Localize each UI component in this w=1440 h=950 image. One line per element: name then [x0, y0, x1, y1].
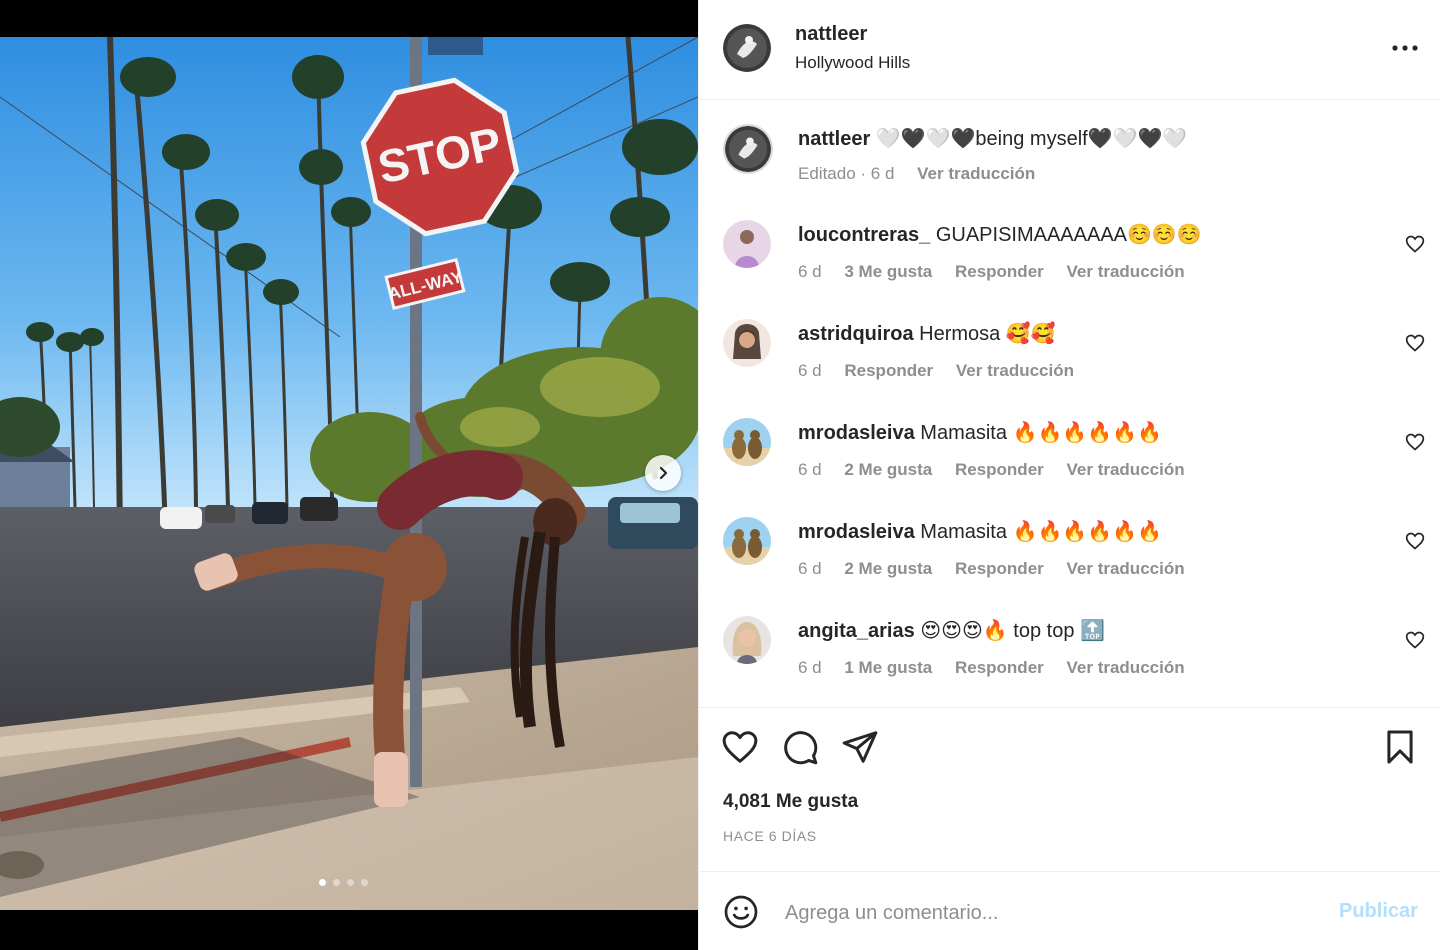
- comment-text: 😍😍😍🔥 top top 🔝: [920, 620, 1105, 642]
- caption-edited: Editado: [798, 164, 856, 183]
- comment-item: angita_arias 😍😍😍🔥 top top 🔝 6 d 1 Me gus…: [699, 616, 1440, 696]
- carousel-indicator: [319, 879, 368, 886]
- comment-icon[interactable]: [781, 728, 819, 766]
- comment-text: GUAPISIMAAAAAAA☺️☺️☺️: [935, 224, 1202, 246]
- comment-text-line: astridquiroa Hermosa 🥰🥰: [798, 321, 1056, 347]
- caption-item: nattleer 🤍🖤🤍🖤being myself🖤🤍🖤🤍 Editado · …: [699, 100, 1440, 196]
- comment-text: Mamasita 🔥🔥🔥🔥🔥🔥: [920, 422, 1162, 444]
- comment-like-icon[interactable]: [1405, 234, 1425, 254]
- comment-like-icon[interactable]: [1405, 531, 1425, 551]
- comment-like-icon[interactable]: [1405, 333, 1425, 353]
- reply-link[interactable]: Responder: [955, 559, 1044, 578]
- comment-username[interactable]: angita_arias: [798, 620, 915, 642]
- post-timestamp[interactable]: HACE 6 DÍAS: [723, 828, 817, 844]
- comment-username[interactable]: mrodasleiva: [798, 422, 915, 444]
- reply-link[interactable]: Responder: [955, 460, 1044, 479]
- translate-link[interactable]: Ver traducción: [1067, 460, 1185, 479]
- comment-time[interactable]: 6 d: [798, 262, 822, 281]
- comment-time[interactable]: 6 d: [798, 361, 822, 380]
- post-media-panel: STOP ALL-WAY: [0, 0, 698, 950]
- comment-text-line: mrodasleiva Mamasita 🔥🔥🔥🔥🔥🔥: [798, 519, 1162, 545]
- caption-text: 🤍🖤🤍🖤being myself🖤🤍🖤🤍: [875, 128, 1188, 150]
- post-location[interactable]: Hollywood Hills: [795, 53, 910, 73]
- comment-item: astridquiroa Hermosa 🥰🥰 6 d Responder Ve…: [699, 319, 1440, 399]
- reply-link[interactable]: Responder: [844, 361, 933, 380]
- caption-author-avatar[interactable]: [723, 124, 773, 174]
- publish-button[interactable]: Publicar: [1339, 900, 1418, 923]
- heart-icon[interactable]: [721, 728, 759, 766]
- reply-link[interactable]: Responder: [955, 658, 1044, 677]
- carousel-dot: [347, 879, 354, 886]
- comment-text: Hermosa 🥰🥰: [919, 323, 1056, 345]
- more-horizontal-icon: [1392, 45, 1418, 51]
- likes-count[interactable]: 4,081 Me gusta: [723, 791, 858, 813]
- post-details-panel: nattleer Hollywood Hills nattleer 🤍🖤🤍🖤be…: [698, 0, 1440, 950]
- comment-time[interactable]: 6 d: [798, 658, 822, 677]
- post-header: nattleer Hollywood Hills: [699, 0, 1440, 100]
- comment-like-icon[interactable]: [1405, 432, 1425, 452]
- caption-time[interactable]: 6 d: [871, 164, 895, 183]
- caption-separator: ·: [855, 164, 871, 183]
- comment-likes[interactable]: 1 Me gusta: [844, 658, 932, 677]
- send-icon[interactable]: [841, 728, 879, 766]
- caption-username[interactable]: nattleer: [798, 128, 870, 150]
- reply-link[interactable]: Responder: [955, 262, 1044, 281]
- commenter-avatar[interactable]: [723, 319, 771, 367]
- commenter-avatar[interactable]: [723, 418, 771, 466]
- commenter-avatar[interactable]: [723, 220, 771, 268]
- post-photo[interactable]: STOP ALL-WAY: [0, 37, 698, 910]
- translate-link[interactable]: Ver traducción: [1067, 262, 1185, 281]
- comment-input[interactable]: [783, 894, 1327, 932]
- comment-meta: 6 d 1 Me gusta Responder Ver traducción: [798, 658, 1203, 678]
- comment-time[interactable]: 6 d: [798, 460, 822, 479]
- caption-translate-link[interactable]: Ver traducción: [917, 164, 1035, 183]
- comment-text: Mamasita 🔥🔥🔥🔥🔥🔥: [920, 521, 1162, 543]
- comment-item: mrodasleiva Mamasita 🔥🔥🔥🔥🔥🔥 6 d 2 Me gus…: [699, 418, 1440, 498]
- comment-likes[interactable]: 2 Me gusta: [844, 559, 932, 578]
- comment-meta: 6 d Responder Ver traducción: [798, 361, 1092, 381]
- comment-username[interactable]: astridquiroa: [798, 323, 914, 345]
- caption-meta: Editado · 6 d Ver traducción: [798, 164, 1053, 184]
- bookmark-icon[interactable]: [1381, 728, 1419, 766]
- caption-text-line: nattleer 🤍🖤🤍🖤being myself🖤🤍🖤🤍: [798, 126, 1187, 152]
- comment-meta: 6 d 2 Me gusta Responder Ver traducción: [798, 559, 1203, 579]
- instagram-post-modal: STOP ALL-WAY nattleer Hollywood Hills na…: [0, 0, 1440, 950]
- carousel-dot: [361, 879, 368, 886]
- comment-item: loucontreras_ GUAPISIMAAAAAAA☺️☺️☺️ 6 d …: [699, 220, 1440, 300]
- comment-text-line: mrodasleiva Mamasita 🔥🔥🔥🔥🔥🔥: [798, 420, 1162, 446]
- carousel-dot: [333, 879, 340, 886]
- translate-link[interactable]: Ver traducción: [1067, 658, 1185, 677]
- translate-link[interactable]: Ver traducción: [956, 361, 1074, 380]
- smiley-icon[interactable]: [723, 894, 759, 930]
- post-actions-section: 4,081 Me gusta HACE 6 DÍAS: [699, 708, 1440, 872]
- comment-meta: 6 d 2 Me gusta Responder Ver traducción: [798, 460, 1203, 480]
- more-options-button[interactable]: [1389, 34, 1421, 62]
- comment-time[interactable]: 6 d: [798, 559, 822, 578]
- author-avatar[interactable]: [723, 24, 771, 72]
- chevron-right-icon: [659, 466, 668, 480]
- commenter-avatar[interactable]: [723, 616, 771, 664]
- add-comment-bar: Publicar: [699, 872, 1440, 950]
- comment-text-line: loucontreras_ GUAPISIMAAAAAAA☺️☺️☺️: [798, 222, 1202, 248]
- comment-item: mrodasleiva Mamasita 🔥🔥🔥🔥🔥🔥 6 d 2 Me gus…: [699, 517, 1440, 597]
- comment-username[interactable]: mrodasleiva: [798, 521, 915, 543]
- translate-link[interactable]: Ver traducción: [1067, 559, 1185, 578]
- comment-like-icon[interactable]: [1405, 630, 1425, 650]
- author-username[interactable]: nattleer: [795, 23, 867, 46]
- commenter-avatar[interactable]: [723, 517, 771, 565]
- carousel-next-button[interactable]: [645, 455, 681, 491]
- carousel-dot: [319, 879, 326, 886]
- comment-likes[interactable]: 3 Me gusta: [844, 262, 932, 281]
- street-scene-illustration: STOP ALL-WAY: [0, 37, 698, 910]
- comment-meta: 6 d 3 Me gusta Responder Ver traducción: [798, 262, 1203, 282]
- comment-likes[interactable]: 2 Me gusta: [844, 460, 932, 479]
- comment-username[interactable]: loucontreras_: [798, 224, 930, 246]
- comments-list[interactable]: nattleer 🤍🖤🤍🖤being myself🖤🤍🖤🤍 Editado · …: [699, 100, 1440, 708]
- comment-text-line: angita_arias 😍😍😍🔥 top top 🔝: [798, 618, 1105, 644]
